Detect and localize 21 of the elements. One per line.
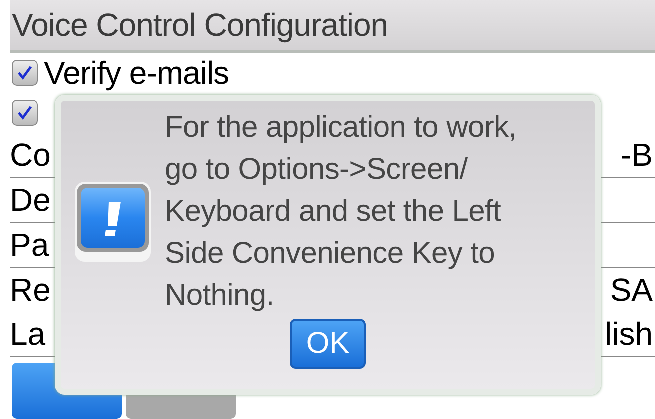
field-label: Pa xyxy=(10,226,50,264)
checkbox[interactable] xyxy=(12,60,38,86)
checkbox-label: Verify e-mails xyxy=(44,54,230,92)
field-value[interactable]: lish xyxy=(604,316,655,352)
field-value[interactable]: -B xyxy=(621,136,655,174)
alert-message-line: Keyboard and set the Left xyxy=(165,194,502,230)
ok-button[interactable]: OK xyxy=(290,319,366,369)
checkmark-icon xyxy=(16,64,34,82)
field-label: La xyxy=(10,316,46,352)
checkmark-icon xyxy=(16,104,34,122)
field-label: De xyxy=(10,182,51,218)
alert-message-line: Nothing. xyxy=(165,278,276,314)
alert-message-line: Side Convenience Key to xyxy=(165,236,496,272)
alert-message-line: For the application to work, xyxy=(165,110,517,146)
exclamation-icon xyxy=(75,182,151,262)
screen-title: Voice Control Configuration xyxy=(10,0,655,53)
field-label: Re xyxy=(10,272,51,308)
field-value[interactable]: SA xyxy=(610,272,655,308)
field-label: Co xyxy=(10,136,51,174)
alert-message-line: go to Options->Screen/ xyxy=(165,152,469,188)
checkbox[interactable] xyxy=(12,100,38,126)
